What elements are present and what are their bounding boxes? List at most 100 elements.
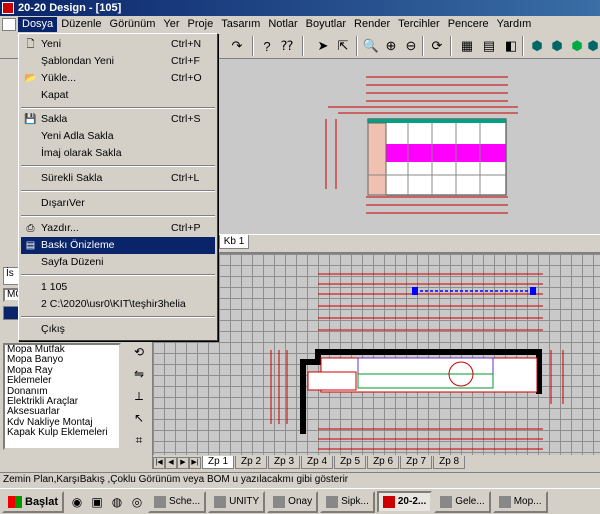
tag-icon[interactable]: ⌗ (129, 430, 149, 450)
menu-proje[interactable]: Proje (184, 17, 218, 32)
select-arrow-icon[interactable]: ➤ (314, 37, 332, 55)
split-view-icon[interactable]: ◧ (502, 37, 520, 55)
flip-icon[interactable]: ⇋ (129, 364, 149, 384)
app-icon (2, 2, 14, 14)
select-multi-icon[interactable]: ⇱ (334, 37, 352, 55)
menu-bar: Dosya Düzenle Görünüm Yer Proje Tasarım … (0, 16, 600, 33)
preview-icon: ▤ (25, 240, 36, 251)
window-title: 20-20 Design - [105] (18, 2, 122, 14)
task-unity[interactable]: UNITY (208, 490, 266, 513)
toolbar-separator (422, 36, 424, 56)
menu-separator (21, 215, 215, 217)
elevation-view-icon[interactable]: ▤ (480, 37, 498, 55)
task-icon (382, 495, 395, 508)
tab-last-icon[interactable]: ▶| (189, 457, 201, 469)
3d-view-icon[interactable]: ⬢ (584, 37, 600, 55)
catalog-list: Mopa Mutfak Mopa Banyo Mopa Ray Eklemele… (3, 343, 121, 450)
menu-item-recent-1[interactable]: 1 105 (21, 279, 215, 296)
menu-render[interactable]: Render (350, 17, 394, 32)
menu-tasarim[interactable]: Tasarım (217, 17, 264, 32)
render-view-icon[interactable]: ⬢ (548, 37, 566, 55)
zoom-in-icon[interactable]: ⊕ (382, 37, 400, 55)
start-button[interactable]: Başlat (2, 490, 65, 513)
task-mop[interactable]: Mop... (492, 490, 548, 513)
menu-yardim[interactable]: Yardım (493, 17, 536, 32)
redo-icon[interactable]: ↷ (228, 37, 246, 55)
document-icon[interactable] (2, 18, 16, 31)
plan-tab-strip: |◀ ◀ ▶ ▶| Zp 1 Zp 2 Zp 3 Zp 4 Zp 5 Zp 6 … (153, 456, 600, 470)
menu-separator (21, 165, 215, 167)
elevation-view[interactable] (217, 59, 600, 234)
pointer-icon[interactable]: ↖ (129, 408, 149, 428)
panel-tab[interactable]: İs (3, 267, 19, 285)
taskbar: Başlat ◉ ▣ ◍ ◎ Sche... UNITY Onay Sipk..… (0, 488, 600, 514)
quicklaunch-explorer-icon[interactable]: ◉ (68, 493, 86, 511)
quicklaunch-media-icon[interactable]: ◎ (128, 493, 146, 511)
menu-gorunum[interactable]: Görünüm (106, 17, 160, 32)
task-sipk[interactable]: Sipk... (320, 490, 375, 513)
task-icon (498, 495, 511, 508)
context-help-icon[interactable]: ⁇ (278, 37, 296, 55)
status-bar: Zemin Plan,KarşıBakış ,Çoklu Görünüm vey… (0, 472, 600, 487)
menu-item-save-image[interactable]: İmaj olarak Sakla (21, 145, 215, 162)
cube-view-icon[interactable]: ⬢ (528, 37, 546, 55)
menu-item-save[interactable]: 💾 Sakla Ctrl+S (21, 111, 215, 128)
menu-item-autosave[interactable]: Sürekli Sakla Ctrl+L (21, 170, 215, 187)
toolbar-separator (522, 36, 524, 56)
quicklaunch-desktop-icon[interactable]: ▣ (88, 493, 106, 511)
menu-dosya[interactable]: Dosya (18, 17, 58, 32)
tab-zp4[interactable]: Zp 4 (301, 456, 334, 469)
refresh-icon[interactable]: ⟳ (428, 37, 446, 55)
menu-separator (21, 316, 215, 318)
toolbar-separator (450, 36, 452, 56)
menu-item-export[interactable]: DışarıVer (21, 195, 215, 212)
menu-notlar[interactable]: Notlar (264, 17, 301, 32)
menu-pencere[interactable]: Pencere (444, 17, 493, 32)
tab-kb1[interactable]: Kb 1 (219, 235, 249, 249)
task-2020-design[interactable]: 20-2... (376, 490, 433, 513)
tab-zp7[interactable]: Zp 7 (400, 456, 433, 469)
tab-zp6[interactable]: Zp 6 (367, 456, 400, 469)
quicklaunch-browser-icon[interactable]: ◍ (108, 493, 126, 511)
rotate-icon[interactable]: ⟲ (129, 342, 149, 362)
menu-item-close[interactable]: Kapat (21, 87, 215, 104)
zoom-icon[interactable]: 🔍 (362, 37, 380, 55)
zoom-out-icon[interactable]: ⊖ (402, 37, 420, 55)
plan-view[interactable] (153, 252, 600, 455)
list-item[interactable]: Kapak Kulp Eklemeleri (5, 427, 119, 438)
toolbar-separator (356, 36, 358, 56)
tab-zp1[interactable]: Zp 1 (202, 456, 235, 469)
tab-prev-icon[interactable]: ◀ (165, 457, 177, 469)
help-icon[interactable]: ? (258, 37, 276, 55)
title-bar: 20-20 Design - [105] (0, 0, 600, 16)
menu-item-print[interactable]: ⎙ Yazdır... Ctrl+P (21, 220, 215, 237)
new-file-icon: 🗋 (26, 39, 35, 50)
task-sche[interactable]: Sche... (148, 490, 207, 513)
plan-view-icon[interactable]: ▦ (458, 37, 476, 55)
menu-tercihler[interactable]: Tercihler (394, 17, 444, 32)
menu-item-new[interactable]: 🗋 Yeni Ctrl+N (21, 36, 215, 53)
measure-icon[interactable]: ⟂ (129, 386, 149, 406)
save-disk-icon: 💾 (24, 114, 37, 125)
menu-item-save-as[interactable]: Yeni Adla Sakla (21, 128, 215, 145)
menu-item-open[interactable]: 📂 Yükle... Ctrl+O (21, 70, 215, 87)
menu-boyutlar[interactable]: Boyutlar (302, 17, 350, 32)
menu-duzenle[interactable]: Düzenle (57, 17, 105, 32)
printer-icon: ⎙ (26, 223, 35, 234)
task-icon (273, 495, 286, 508)
tab-next-icon[interactable]: ▶ (177, 457, 189, 469)
menu-item-page-setup[interactable]: Sayfa Düzeni (21, 254, 215, 271)
tab-zp2[interactable]: Zp 2 (235, 456, 268, 469)
menu-item-print-preview[interactable]: ▤ Baskı Önizleme (21, 237, 215, 254)
menu-item-new-from-template[interactable]: Şablondan Yeni Ctrl+F (21, 53, 215, 70)
tab-zp5[interactable]: Zp 5 (334, 456, 367, 469)
task-onay[interactable]: Onay (267, 490, 319, 513)
tab-first-icon[interactable]: |◀ (153, 457, 165, 469)
tab-zp8[interactable]: Zp 8 (433, 456, 466, 469)
menu-yer[interactable]: Yer (159, 17, 183, 32)
tab-zp3[interactable]: Zp 3 (268, 456, 301, 469)
task-gele[interactable]: Gele... (434, 490, 491, 513)
menu-item-recent-2[interactable]: 2 C:\2020\usr0\KIT\teşhir3helia (21, 296, 215, 313)
task-icon (440, 495, 453, 508)
menu-item-exit[interactable]: Çıkış (21, 321, 215, 338)
